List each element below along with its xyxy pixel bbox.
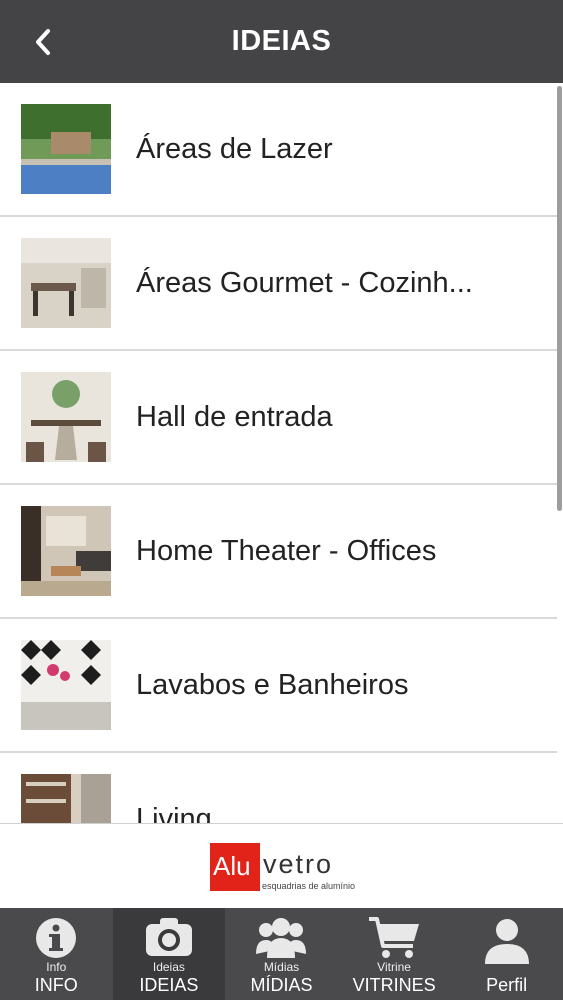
list-item-label: Lavabos e Banheiros	[136, 668, 409, 701]
list-item[interactable]: Living	[0, 753, 557, 823]
back-arrow-icon[interactable]	[26, 22, 66, 62]
tab-vitrines[interactable]: Vitrine VITRINES	[338, 908, 451, 1000]
people-icon	[256, 918, 307, 958]
thumbnail-home-theater	[21, 506, 111, 596]
thumbnail-areas-gourmet	[21, 238, 111, 328]
tab-ideias[interactable]: Ideias IDEIAS	[112, 908, 226, 1000]
tab-perfil-label: Perfil	[486, 975, 528, 995]
thumbnail-hall-de-entrada	[21, 372, 111, 462]
list-item-label: Áreas Gourmet - Cozinh...	[136, 266, 473, 299]
list-item[interactable]: Áreas Gourmet - Cozinh...	[0, 217, 557, 351]
list-item-label: Hall de entrada	[136, 400, 333, 433]
header-bar: IDEIAS	[0, 0, 563, 83]
logo-alu-text: Alu	[213, 851, 251, 881]
logo-subtitle: esquadrias de alumínio	[262, 881, 356, 891]
camera-icon	[145, 918, 192, 956]
thumbnail-living	[21, 774, 111, 823]
list-item[interactable]: Áreas de Lazer	[0, 83, 557, 217]
thumbnail-lavabos-banheiros	[21, 640, 111, 730]
tab-ideias-label: IDEIAS	[139, 975, 199, 995]
bottom-tab-bar: Info INFO Ideias IDEIAS Mídias MÍDIAS Vi…	[0, 908, 563, 1000]
tab-midias[interactable]: Mídias MÍDIAS	[225, 908, 338, 1000]
tab-info-caption: Info	[46, 960, 67, 974]
tab-midias-caption: Mídias	[263, 960, 300, 974]
info-icon	[36, 918, 77, 958]
thumbnail-areas-de-lazer	[21, 104, 111, 194]
ideas-list[interactable]: Áreas de Lazer Áreas Gourmet - Cozinh...	[0, 83, 557, 823]
user-icon	[484, 919, 529, 964]
tab-perfil[interactable]: Perfil	[450, 908, 563, 1000]
list-item[interactable]: Home Theater - Offices	[0, 485, 557, 619]
scrollbar[interactable]	[557, 86, 562, 511]
tab-vitrines-caption: Vitrine	[377, 960, 411, 974]
list-item[interactable]: Lavabos e Banheiros	[0, 619, 557, 753]
tab-info-label: INFO	[34, 975, 78, 995]
list-item-label: Living	[136, 802, 212, 824]
tab-info[interactable]: Info INFO	[0, 908, 113, 1000]
aluvetro-logo: Alu vetro esquadrias de alumínio	[210, 843, 360, 895]
list-item-label: Home Theater - Offices	[136, 534, 437, 567]
page-title: IDEIAS	[231, 25, 332, 57]
cart-icon	[369, 917, 420, 958]
list-item-label: Áreas de Lazer	[136, 132, 333, 165]
logo-vetro-text: vetro	[263, 849, 334, 879]
logo-banner: Alu vetro esquadrias de alumínio	[0, 823, 563, 909]
tab-midias-label: MÍDIAS	[250, 975, 313, 995]
tab-vitrines-label: VITRINES	[352, 975, 436, 995]
tab-ideias-caption: Ideias	[152, 960, 185, 974]
list-item[interactable]: Hall de entrada	[0, 351, 557, 485]
